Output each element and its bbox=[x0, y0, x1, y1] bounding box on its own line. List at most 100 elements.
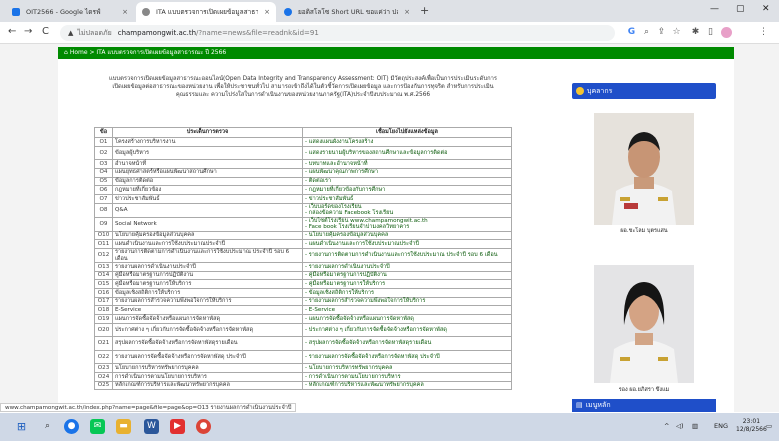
search-icon[interactable]: ⌕ bbox=[40, 419, 55, 434]
row-topic: การดำเนินการตามนโยบายการบริหาร bbox=[112, 372, 303, 382]
row-link[interactable]: - กฎหมายที่เกี่ยวข้องกับการศึกษา bbox=[302, 185, 512, 195]
close-icon[interactable]: × bbox=[264, 8, 270, 16]
row-link[interactable]: - เว็บไซต์โรงเรียน www.champamongwit.ac.… bbox=[302, 216, 512, 232]
main-column: แบบตรวจการเปิดเผยข้อมูลสาธารณะออนไลน์(Op… bbox=[78, 75, 528, 99]
row-link[interactable]: - รายงานการติดตามการดำเนินงานและการใช้งบ… bbox=[302, 248, 512, 263]
taskbar-clock[interactable]: 23:01 12/8/2566 bbox=[736, 418, 767, 434]
table-row: O4 แผนยุทธศาสตร์หรือแผนพัฒนาสถานศึกษา - แผ… bbox=[94, 167, 512, 178]
row-link[interactable]: - เว็บบอร์ดของโรงเรียน - กล่องข้อความ Fa… bbox=[302, 202, 512, 218]
row-topic: Social Network bbox=[112, 216, 303, 232]
table-row: O19 แผนการจัดซื้อจัดจ้างหรือแผนการจัดหาพั… bbox=[94, 314, 512, 324]
new-tab-button[interactable]: + bbox=[420, 4, 429, 17]
row-link[interactable]: - แผนการจัดซื้อจัดจ้างหรือแผนการจัดหาพัส… bbox=[302, 314, 512, 324]
row-number: O23 bbox=[94, 363, 113, 373]
row-link[interactable]: - E-Service bbox=[302, 305, 512, 316]
row-link[interactable]: - นโยบายการบริหารทรัพยากรบุคคล bbox=[302, 363, 512, 373]
breadcrumb-home-link[interactable]: Home bbox=[70, 49, 88, 56]
table-row: O8 Q&A - เว็บบอร์ดของโรงเรียน - กล่องข้อคว… bbox=[94, 202, 512, 218]
row-link[interactable]: - คู่มือหรือมาตรฐานการให้บริการ bbox=[302, 279, 512, 290]
row-link[interactable]: - แสดงแผนผังงานโครงสร้าง bbox=[302, 137, 512, 147]
close-window-button[interactable]: ✕ bbox=[762, 4, 770, 14]
row-link[interactable]: - รายงานผลการจัดซื้อจัดจ้างหรือการจัดหาพ… bbox=[302, 349, 512, 365]
url-field[interactable]: ▲ ไม่ปลอดภัย champamongwit.ac.th/?name=n… bbox=[60, 25, 615, 41]
tab-short-url[interactable]: ยอดิสโลโซ Short URL ขอแค่ว่า ปลอดภ... × bbox=[278, 2, 416, 22]
app-icon[interactable]: ▶ bbox=[170, 419, 185, 434]
address-bar-row: ← → C ▲ ไม่ปลอดภัย champamongwit.ac.th/?… bbox=[0, 22, 779, 44]
director-name: ผอ.ชะโลม บุตรแสน bbox=[620, 228, 668, 234]
personnel-header: บุคลากร bbox=[572, 83, 716, 99]
menu-kebab-icon[interactable]: ⋮ bbox=[758, 27, 769, 38]
forward-button[interactable]: → bbox=[24, 26, 32, 37]
web-page: ⌂ Home > ITA แบบตรวจการเปิดเผยข้อมูลสาธาร… bbox=[0, 44, 779, 412]
windows-start-icon[interactable]: ⊞ bbox=[14, 419, 29, 434]
row-link[interactable]: - ข่าวประชาสัมพันธ์ bbox=[302, 193, 512, 204]
back-button[interactable]: ← bbox=[8, 26, 16, 37]
row-number: O20 bbox=[94, 322, 113, 338]
table-row: O21 สรุปผลการจัดซื้อจัดจ้างหรือการจัดหาพั… bbox=[94, 336, 512, 351]
content-area: แบบตรวจการเปิดเผยข้อมูลสาธารณะออนไลน์(Op… bbox=[58, 59, 734, 412]
chrome-icon[interactable]: ● bbox=[64, 419, 79, 434]
oit-table: ข้อ ประเด็นการตรวจ เชื่อมโยงไปยังแหล่งข้… bbox=[94, 127, 512, 391]
user-icon bbox=[576, 87, 584, 95]
volume-icon[interactable]: ◁) bbox=[676, 422, 684, 430]
row-link[interactable]: - บทบาทและอำนาจหน้าที่ bbox=[302, 159, 512, 169]
maximize-button[interactable]: ▢ bbox=[736, 4, 745, 14]
url-path: /?name=news&file=readnk&id=91 bbox=[196, 29, 319, 37]
chrome-icon-2[interactable]: ● bbox=[196, 419, 211, 434]
table-row: O20 ประกาศต่าง ๆ เกี่ยวกับการจัดซื้อจัดจ้… bbox=[94, 322, 512, 338]
row-topic: สรุปผลการจัดซื้อจัดจ้างหรือการจัดหาพัสดุ… bbox=[112, 336, 303, 351]
extensions-icon[interactable]: ✱ bbox=[690, 27, 701, 38]
sidepanel-icon[interactable]: ▯ bbox=[705, 27, 716, 38]
row-link[interactable]: - ข้อมูลเชิงสถิติการให้บริการ bbox=[302, 288, 512, 298]
tab-label: ยอดิสโลโซ Short URL ขอแค่ว่า ปลอดภ... bbox=[298, 8, 398, 16]
share-icon[interactable]: ⇪ bbox=[656, 27, 667, 38]
row-link[interactable]: - หลักเกณฑ์การบริหารและพัฒนาทรัพยากรบุคค… bbox=[302, 380, 512, 391]
notification-icon[interactable]: ▭ bbox=[766, 422, 772, 430]
profile-avatar[interactable] bbox=[721, 27, 732, 38]
reload-button[interactable]: C bbox=[42, 26, 49, 37]
browser-tab-bar: OIT2566 - Google ไดรฟ์ × ITA แบบตรวจการเ… bbox=[0, 0, 779, 22]
row-number: O4 bbox=[94, 167, 113, 178]
close-icon[interactable]: × bbox=[122, 8, 128, 16]
row-topic: รายงานผลการดำเนินงานประจำปี bbox=[112, 262, 303, 272]
table-row: O6 กฎหมายที่เกี่ยวข้อง - กฎหมายที่เกี่ยวข้… bbox=[94, 185, 512, 195]
tray-chevron-icon[interactable]: ^ bbox=[664, 422, 669, 430]
network-icon[interactable]: ▥ bbox=[692, 422, 698, 430]
table-row: O16 ข้อมูลเชิงสถิติการให้บริการ - ข้อมูลเช… bbox=[94, 288, 512, 298]
minimize-button[interactable]: — bbox=[710, 4, 719, 14]
row-link[interactable]: - แสดงรายนามผู้บริหารของสถานศึกษาและข้อม… bbox=[302, 145, 512, 161]
table-row: O14 คู่มือหรือมาตรฐานการปฏิบัติงาน - คู่มื… bbox=[94, 270, 512, 281]
row-link[interactable]: - การดำเนินการตามนโยบายการบริหาร bbox=[302, 372, 512, 382]
table-row: O23 นโยบายการบริหารทรัพยากรบุคคล - นโยบายก… bbox=[94, 363, 512, 373]
tab-label: OIT2566 - Google ไดรฟ์ bbox=[26, 8, 101, 16]
table-row: O13 รายงานผลการดำเนินงานประจำปี - รายงานผล… bbox=[94, 262, 512, 272]
row-link[interactable]: - แผนดำเนินงานและการใช้งบประมาณประจำปี bbox=[302, 239, 512, 249]
row-topic: รายงานการติดตามการดำเนินงานและการใช้งบปร… bbox=[112, 248, 303, 263]
row-link[interactable]: - แผนพัฒนาคุณภาพการศึกษา bbox=[302, 167, 512, 178]
row-number: O25 bbox=[94, 380, 113, 391]
row-link[interactable]: - นโยบายคุ้มครองข้อมูลส่วนบุคคล bbox=[302, 230, 512, 241]
tab-google-drive[interactable]: OIT2566 - Google ไดรฟ์ × bbox=[6, 2, 134, 22]
row-link[interactable]: - คู่มือหรือมาตรฐานการปฏิบัติงาน bbox=[302, 270, 512, 281]
row-number: O10 bbox=[94, 230, 113, 241]
tab-ita-page[interactable]: ITA แบบตรวจการเปิดเผยข้อมูลสาธารณะ × bbox=[136, 2, 276, 22]
word-icon[interactable]: W bbox=[144, 419, 159, 434]
line-app-icon[interactable]: ✉ bbox=[90, 419, 105, 434]
google-icon[interactable]: G bbox=[626, 27, 637, 38]
row-topic: รายงานผลการจัดซื้อจัดจ้างหรือการจัดหาพัส… bbox=[112, 349, 303, 365]
input-language[interactable]: ENG bbox=[714, 422, 728, 430]
row-link[interactable]: - สรุปผลการจัดซื้อจัดจ้างหรือการจัดหาพัส… bbox=[302, 336, 512, 351]
row-topic: ข่าวประชาสัมพันธ์ bbox=[112, 193, 303, 204]
row-link[interactable]: - รายงานผลการสำรวจความพึงพอใจการให้บริกา… bbox=[302, 296, 512, 307]
zoom-icon[interactable]: ⌕ bbox=[641, 27, 652, 38]
bookmark-star-icon[interactable]: ☆ bbox=[671, 27, 682, 38]
close-icon[interactable]: × bbox=[404, 8, 410, 16]
sidebar: บุคลากร ผอ.ชะโลม บุตรแสน รอง ผอ.ยภิสรา ข… bbox=[572, 83, 716, 393]
table-row: O7 ข่าวประชาสัมพันธ์ - ข่าวประชาสัมพันธ์ bbox=[94, 193, 512, 204]
row-number: O12 bbox=[94, 248, 113, 263]
row-link[interactable]: - ติดต่อเรา bbox=[302, 176, 512, 187]
breadcrumb-current: ITA แบบตรวจการเปิดเผยข้อมูลสาธารณะ ปี 25… bbox=[96, 49, 227, 56]
row-link[interactable]: - รายงานผลการดำเนินงานประจำปี bbox=[302, 262, 512, 272]
row-link[interactable]: - ประกาศต่าง ๆ เกี่ยวกับการจัดซื้อจัดจ้า… bbox=[302, 322, 512, 338]
file-explorer-icon[interactable]: ▬ bbox=[116, 419, 131, 434]
